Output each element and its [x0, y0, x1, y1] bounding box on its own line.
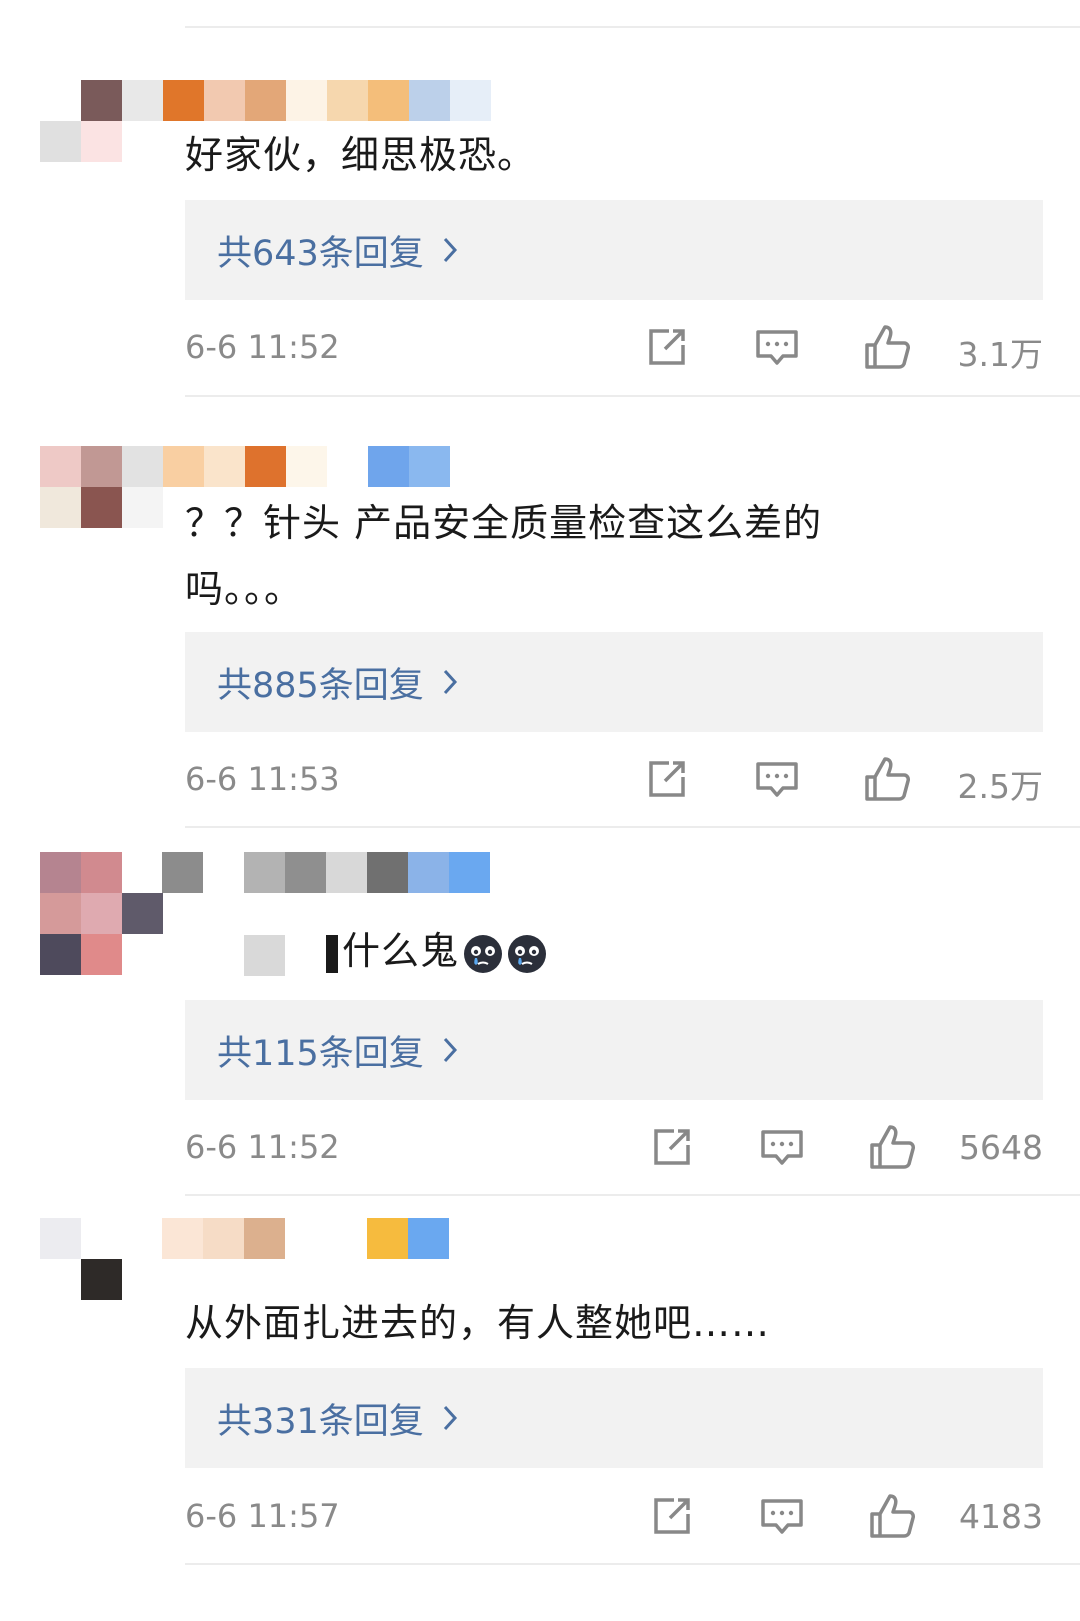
- chevron-right-icon: [443, 237, 457, 263]
- crying-emoji-icon: [464, 934, 503, 973]
- like-count: 4183: [959, 1497, 1043, 1536]
- comment-divider: [185, 826, 1080, 828]
- share-icon[interactable]: [648, 1492, 696, 1540]
- chevron-right-icon: [443, 669, 457, 695]
- chevron-right-icon: [443, 1037, 457, 1063]
- avatar-pixelated: [40, 1218, 122, 1300]
- share-icon[interactable]: [643, 755, 691, 803]
- share-icon[interactable]: [643, 323, 691, 371]
- comment-meta: 6-6 11:53 2.5万: [185, 750, 1043, 810]
- username-pixelated: [162, 852, 490, 893]
- view-replies-button[interactable]: 共885条回复: [185, 632, 1043, 732]
- comment-divider: [185, 1563, 1080, 1565]
- username-pixelated: [162, 1218, 449, 1259]
- comment-divider: [185, 1194, 1080, 1196]
- comment-icon[interactable]: [758, 1492, 806, 1540]
- comment-meta: 6-6 11:52 5648: [185, 1118, 1043, 1178]
- comment-time: 6-6 11:52: [185, 1128, 340, 1166]
- like-icon[interactable]: [863, 323, 911, 371]
- chevron-right-icon: [443, 1405, 457, 1431]
- comment-meta: 6-6 11:57 4183: [185, 1487, 1043, 1547]
- replies-count-label: 共885条回复: [217, 665, 424, 706]
- like-count: 5648: [959, 1128, 1043, 1167]
- view-replies-button[interactable]: 共331条回复: [185, 1368, 1043, 1468]
- avatar-pixelated: [40, 852, 163, 975]
- replies-count-label: 共643条回复: [217, 233, 424, 274]
- comment-text: ？？针头 产品安全质量检查这么差的吗。。。: [185, 501, 823, 611]
- comment-time: 6-6 11:53: [185, 760, 340, 798]
- view-replies-button[interactable]: 共115条回复: [185, 1000, 1043, 1100]
- crying-emoji-icon: [508, 934, 547, 973]
- comment-text-visible: 什么鬼: [342, 929, 460, 973]
- like-count: 3.1万: [957, 335, 1043, 374]
- comment-icon[interactable]: [753, 323, 801, 371]
- comment-text: 什么鬼: [326, 918, 1080, 984]
- comment-time: 6-6 11:52: [185, 328, 340, 366]
- comment-icon[interactable]: [758, 1123, 806, 1171]
- like-icon[interactable]: [863, 755, 911, 803]
- comment-divider: [185, 395, 1080, 397]
- replies-count-label: 共115条回复: [217, 1033, 424, 1074]
- like-icon[interactable]: [868, 1492, 916, 1540]
- comment-icon[interactable]: [753, 755, 801, 803]
- comment-text: 好家伙，细思极恐。: [185, 133, 537, 177]
- username-pixelated: [244, 935, 285, 976]
- view-replies-button[interactable]: 共643条回复: [185, 200, 1043, 300]
- comment-meta: 6-6 11:52 3.1万: [185, 318, 1043, 378]
- comment-time: 6-6 11:57: [185, 1497, 340, 1535]
- replies-count-label: 共331条回复: [217, 1401, 424, 1442]
- like-icon[interactable]: [868, 1123, 916, 1171]
- like-count: 2.5万: [957, 767, 1043, 806]
- comment-text: 从外面扎进去的，有人整她吧……: [185, 1301, 771, 1345]
- top-divider: [185, 26, 1080, 28]
- redacted-block: [326, 934, 338, 973]
- share-icon[interactable]: [648, 1123, 696, 1171]
